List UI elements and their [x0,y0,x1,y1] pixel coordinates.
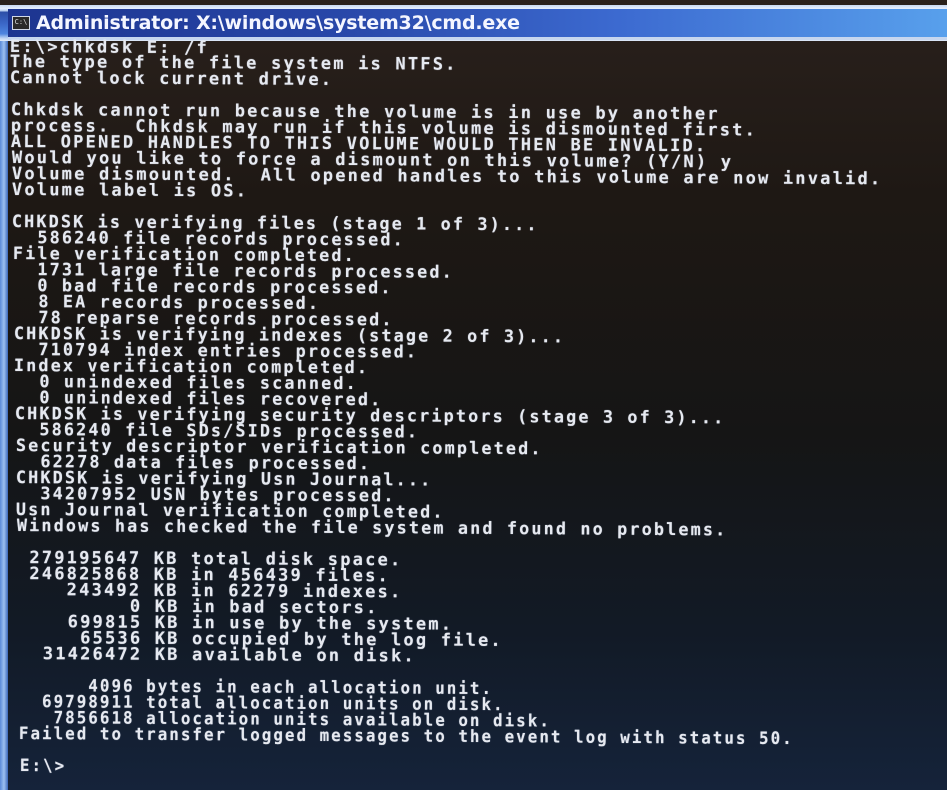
console-line: Volume label is OS. [11,180,249,202]
window-left-border [0,8,8,790]
window-title: Administrator: X:\windows\system32\cmd.e… [36,12,520,34]
command-prompt: E:\> [19,756,67,777]
cmd-prompt-icon[interactable]: C:\ [12,16,30,30]
console-output[interactable]: E:\>chkdsk E: /f The type of the file sys… [10,37,947,790]
console-line: 31426472 KB available on disk. [18,644,417,667]
console-line: Windows has checked the file system and … [16,516,728,541]
console-line: Failed to transfer logged messages to th… [19,724,795,750]
cmd-window: C:\ Administrator: X:\windows\system32\c… [0,0,947,790]
titlebar[interactable]: C:\ Administrator: X:\windows\system32\c… [8,9,947,37]
console-line: Cannot lock current drive. [10,68,334,90]
